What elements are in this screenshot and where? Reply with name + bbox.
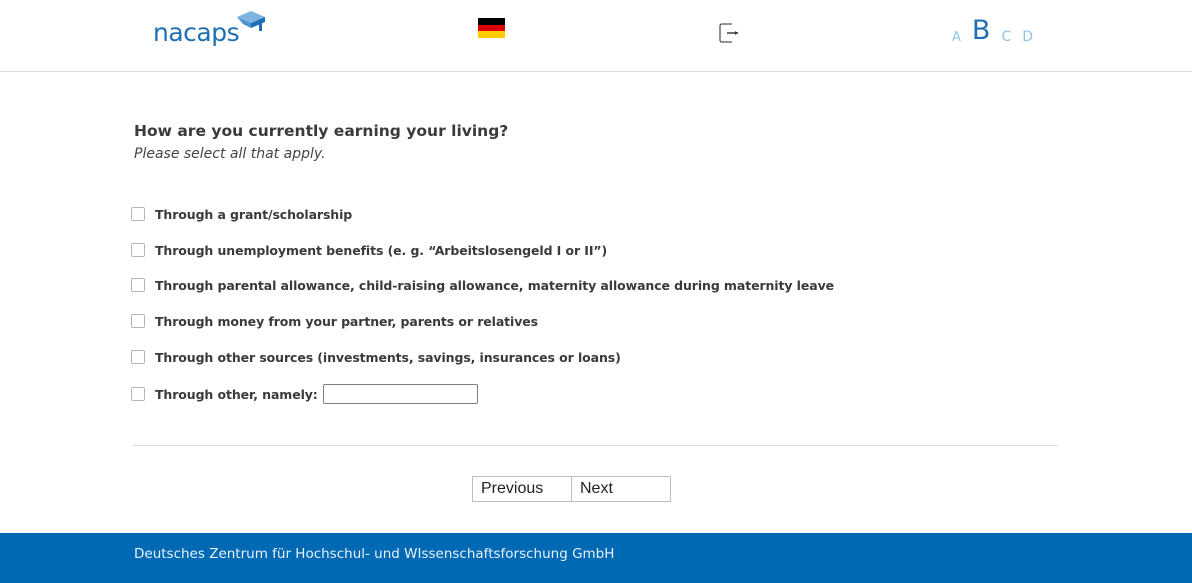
- option-grant[interactable]: Through a grant/scholarship: [131, 205, 352, 223]
- font-size-c[interactable]: C: [1001, 30, 1011, 44]
- header: nacaps A B C D: [0, 0, 1192, 72]
- checkbox[interactable]: [131, 207, 145, 221]
- navigation-buttons: Previous Next: [472, 476, 671, 502]
- german-flag-icon[interactable]: [478, 18, 505, 39]
- nacaps-logo: nacaps: [153, 10, 268, 50]
- question-hint: Please select all that apply.: [134, 146, 326, 162]
- survey-page: nacaps A B C D How are you currently ear…: [0, 0, 1192, 583]
- checkbox[interactable]: [131, 350, 145, 364]
- question-title: How are you currently earning your livin…: [134, 122, 509, 140]
- option-other-sources[interactable]: Through other sources (investments, savi…: [131, 348, 621, 366]
- option-label: Through other sources (investments, savi…: [155, 349, 621, 365]
- checkbox[interactable]: [131, 314, 145, 328]
- font-size-selector: A B C D: [952, 14, 1044, 44]
- previous-button[interactable]: Previous: [472, 476, 572, 502]
- option-unemployment[interactable]: Through unemployment benefits (e. g. “Ar…: [131, 241, 607, 259]
- next-button[interactable]: Next: [572, 476, 671, 502]
- font-size-b[interactable]: B: [972, 17, 991, 44]
- option-label: Through parental allowance, child-raisin…: [155, 277, 834, 293]
- option-label: Through money from your partner, parents…: [155, 313, 538, 329]
- option-label: Through a grant/scholarship: [155, 206, 353, 222]
- checkbox[interactable]: [131, 278, 145, 292]
- divider: [133, 445, 1058, 446]
- graduation-cap-icon: [237, 11, 265, 31]
- footer-text: Deutsches Zentrum für Hochschul- und WIs…: [134, 546, 615, 562]
- option-partner-money[interactable]: Through money from your partner, parents…: [131, 312, 538, 330]
- logout-icon[interactable]: [718, 22, 740, 44]
- option-label: Through other, namely:: [155, 386, 318, 402]
- option-parental-allowance[interactable]: Through parental allowance, child-raisin…: [131, 276, 834, 294]
- font-size-d[interactable]: D: [1022, 30, 1033, 44]
- option-label: Through unemployment benefits (e. g. “Ar…: [155, 242, 608, 258]
- footer: Deutsches Zentrum für Hochschul- und WIs…: [0, 533, 1192, 583]
- checkbox[interactable]: [131, 387, 145, 401]
- font-size-a[interactable]: A: [952, 31, 961, 44]
- option-other-namely[interactable]: Through other, namely:: [131, 384, 478, 404]
- other-namely-input[interactable]: [322, 384, 478, 404]
- logo-text: nacaps: [153, 18, 240, 47]
- checkbox[interactable]: [131, 243, 145, 257]
